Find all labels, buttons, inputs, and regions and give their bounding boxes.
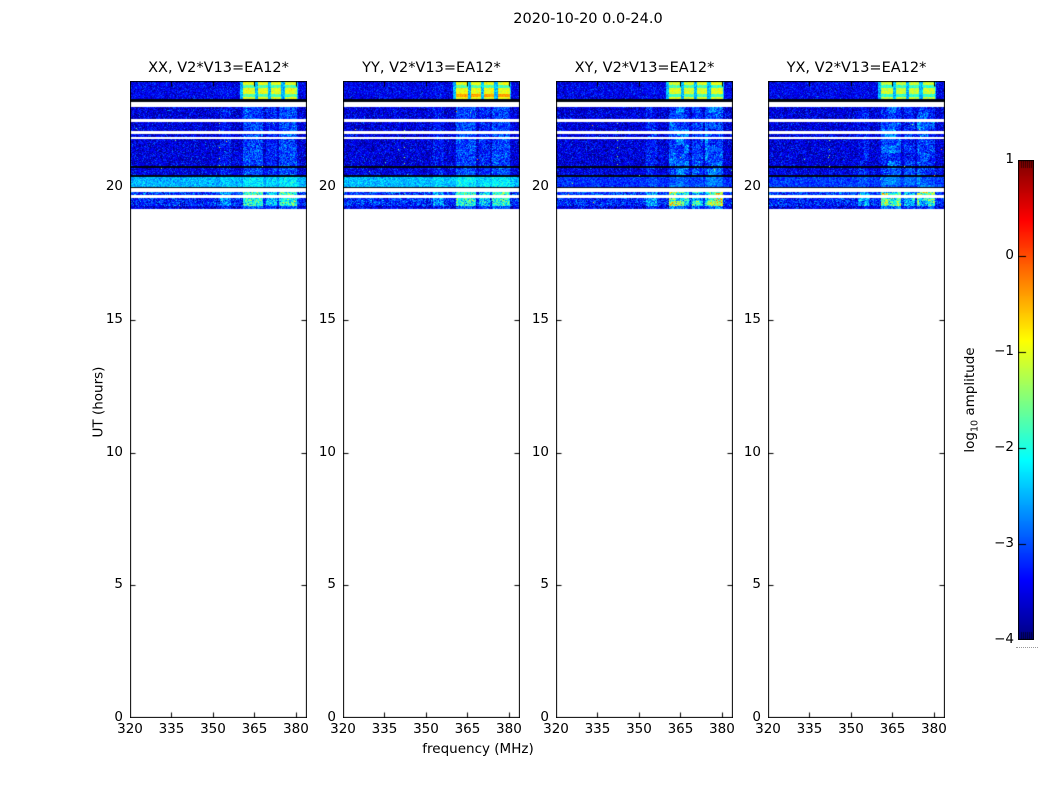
y-tick-label: 5 [114,576,123,593]
y-tick-label: 10 [105,443,123,460]
x-tick-label: 380 [496,721,522,737]
x-tick-label: 380 [709,721,735,737]
colorbar-axis-label: log10 amplitude [961,347,981,453]
x-tick-label: 335 [796,721,823,737]
x-tick-label: 335 [584,721,611,737]
y-tick-label: 20 [743,178,761,195]
y-tick-label: 15 [531,310,549,327]
y-axis-label: UT (hours) [90,366,107,438]
x-tick-label: 320 [755,721,781,737]
y-tick-label: 20 [105,178,123,195]
spectrogram-canvas-yx [768,81,945,718]
x-tick-label: 365 [667,721,694,737]
x-axis-label: frequency (MHz) [422,741,534,757]
y-tick-label: 0 [327,709,336,725]
y-tick-label: 5 [327,576,336,593]
y-tick-label: 15 [318,310,336,327]
colorbar-tick-label: 0 [1005,247,1014,263]
y-tick-label: 0 [540,709,549,725]
figure-title: 2020-10-20 0.0-24.0 [513,11,663,27]
x-tick-label: 320 [543,721,569,737]
x-tick-label: 380 [921,721,947,737]
spectrogram-canvas-xx [130,81,307,718]
colorbar-tick-label: −2 [994,439,1014,455]
x-tick-label: 365 [454,721,481,737]
y-tick-label: 10 [531,443,549,460]
figure-root: 2020-10-20 0.0-24.0 XX, V2*V13=EA12* 320 3… [0,0,1050,800]
colorbar-tick-label: −4 [994,631,1014,647]
colorbar-tick-label: 1 [1005,151,1014,167]
y-tick-label: 5 [540,576,549,593]
y-tick-label: 0 [752,709,761,725]
x-tick-label: 335 [371,721,398,737]
x-tick-label: 365 [241,721,268,737]
colorbar [1018,160,1034,640]
y-tick-label: 15 [743,310,761,327]
panel-title-yy: YY, V2*V13=EA12* [362,60,501,76]
panel-title-xx: XX, V2*V13=EA12* [148,60,289,76]
x-tick-label: 350 [626,721,652,737]
y-tick-label: 20 [318,178,336,195]
x-tick-label: 380 [283,721,309,737]
panel-title-yx: YX, V2*V13=EA12* [786,60,927,76]
spectrogram-canvas-yy [343,81,520,718]
colorbar-label-rest: amplitude [961,347,978,420]
colorbar-extend-dots [1016,647,1038,648]
colorbar-label-log: log [961,432,978,453]
y-tick-label: 20 [531,178,549,195]
y-tick-label: 15 [105,310,123,327]
y-tick-label: 5 [752,576,761,593]
spectrogram-canvas-xy [556,81,733,718]
colorbar-tick-label: −1 [994,343,1014,359]
colorbar-tick-label: −3 [994,535,1014,551]
panel-title-xy: XY, V2*V13=EA12* [574,60,715,76]
x-tick-label: 335 [158,721,185,737]
x-tick-label: 350 [838,721,864,737]
x-tick-label: 320 [330,721,356,737]
colorbar-label-sub: 10 [969,419,981,433]
x-tick-label: 350 [413,721,439,737]
y-tick-label: 0 [114,709,123,725]
y-tick-label: 10 [318,443,336,460]
x-tick-label: 365 [879,721,906,737]
x-tick-label: 350 [200,721,226,737]
y-tick-label: 10 [743,443,761,460]
x-tick-label: 320 [117,721,143,737]
